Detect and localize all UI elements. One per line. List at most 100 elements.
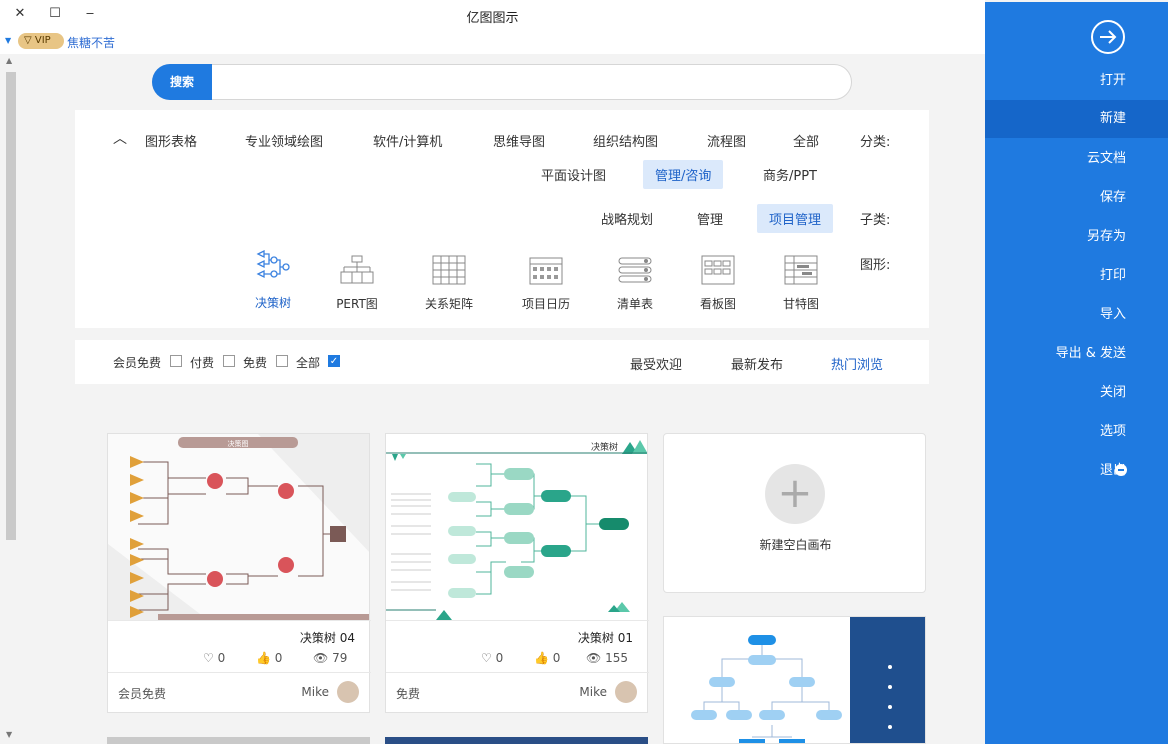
template-thumbnail	[664, 617, 925, 743]
favorite-count[interactable]: ♡ 0	[203, 651, 225, 665]
user-bar: ▼ ▽ VIP 焦糖不苦	[0, 30, 985, 54]
filter-panel: 分类: 全部 流程图 组织结构图 思维导图 软件/计算机 专业领域绘图 图形表格…	[75, 110, 929, 328]
category-graphic-table[interactable]: 图形表格	[133, 126, 209, 155]
vertical-scrollbar[interactable]: ▲ ▼	[4, 54, 18, 744]
filter-paid-label: 付费	[190, 356, 215, 370]
shape-calendar[interactable]: 项目日历	[511, 255, 581, 312]
back-arrow-icon[interactable]	[1090, 19, 1126, 55]
template-card[interactable]	[663, 616, 926, 744]
category-graphic-design[interactable]: 平面设计图	[529, 160, 618, 189]
category-software[interactable]: 软件/计算机	[361, 126, 454, 155]
favorite-count[interactable]: ♡ 0	[481, 651, 503, 665]
like-count[interactable]: 👍 0	[256, 651, 282, 665]
subcategory-strategy[interactable]: 战略规划	[589, 204, 665, 233]
sidebar-item-import[interactable]: 导入	[985, 296, 1168, 334]
sidebar-item-open[interactable]: 打开	[985, 62, 1168, 100]
shape-name: 项目日历	[521, 297, 570, 311]
template-thumbnail: 决策树	[386, 434, 647, 620]
filter-paid-checkbox[interactable]	[223, 355, 235, 367]
vip-label: ▽	[24, 35, 35, 46]
sort-bar: 热门浏览 最新发布 最受欢迎 ✓ 全部 免费 付费 会员免费	[75, 340, 929, 384]
sidebar-item-options[interactable]: 选项	[985, 413, 1168, 451]
sidebar-item-print[interactable]: 打印	[985, 257, 1168, 295]
sort-popular[interactable]: 热门浏览	[831, 354, 883, 373]
subcategory-management[interactable]: 管理	[685, 204, 735, 233]
svg-text:决策树: 决策树	[591, 441, 618, 453]
filter-member-free-checkbox[interactable]	[170, 355, 182, 367]
dropdown-arrow-icon[interactable]: ▼	[5, 36, 11, 45]
plus-icon: +	[765, 464, 825, 524]
filter-member-free-label: 会员免费	[113, 356, 162, 370]
category-mind-map[interactable]: 思维导图	[481, 126, 557, 155]
sort-latest[interactable]: 最新发布	[731, 354, 783, 373]
checklist-icon	[618, 257, 652, 283]
favorites-value: 0	[217, 651, 226, 665]
new-blank-canvas-card[interactable]: + 新建空白画布	[663, 433, 926, 593]
category-management[interactable]: 管理/咨询	[643, 160, 724, 189]
view-count: 👁 155	[586, 651, 628, 665]
template-card-partial[interactable]	[385, 737, 648, 744]
category-org-chart[interactable]: 组织结构图	[581, 126, 670, 155]
template-card-partial[interactable]	[107, 737, 370, 744]
scroll-up-icon[interactable]: ▲	[6, 56, 12, 65]
shape-matrix[interactable]: 关系矩阵	[414, 255, 484, 312]
divider	[386, 672, 649, 673]
title-bar: ✕ ☐ ‒ 亿图图示	[0, 0, 985, 30]
divider	[386, 620, 649, 621]
category-flowchart[interactable]: 流程图	[695, 126, 758, 155]
shape-decision-tree[interactable]: 决策树	[238, 249, 308, 311]
shape-pert[interactable]: PERT图	[322, 255, 392, 312]
filter-all-checkbox[interactable]: ✓	[328, 355, 340, 367]
shape-kanban[interactable]: 看板图	[683, 255, 753, 312]
matrix-icon	[432, 255, 466, 285]
user-name[interactable]: 焦糖不苦	[67, 34, 115, 51]
sidebar-item-exit[interactable]: 退出	[985, 452, 1168, 490]
calendar-icon	[529, 257, 563, 285]
template-card[interactable]: 决策图 决策树 04 👁 79 👍 0 ♡ 0 Mike 会员免费	[107, 433, 371, 713]
category-business-ppt[interactable]: 商务/PPT	[751, 160, 829, 189]
avatar[interactable]	[615, 681, 637, 703]
shape-checklist[interactable]: 清单表	[600, 255, 670, 312]
shape-gantt[interactable]: 甘特图	[766, 255, 836, 312]
window-title: 亿图图示	[466, 11, 519, 26]
likes-value: 0	[552, 651, 561, 665]
sidebar-item-save[interactable]: 保存	[985, 179, 1168, 217]
author-name[interactable]: Mike	[301, 685, 329, 699]
decision-tree-icon	[256, 249, 290, 279]
template-title: 决策树 04	[299, 631, 355, 645]
search-input[interactable]	[215, 66, 844, 100]
chevron-up-icon[interactable]: ︿	[113, 128, 127, 148]
shape-name: 决策树	[254, 296, 291, 310]
vip-text: VIP	[34, 35, 51, 46]
subcategory-project-management[interactable]: 项目管理	[757, 204, 834, 233]
favorites-value: 0	[495, 651, 504, 665]
sort-favorite[interactable]: 最受欢迎	[630, 354, 682, 373]
filter-free-checkbox[interactable]	[276, 355, 288, 367]
scrollbar-thumb[interactable]	[6, 72, 16, 540]
category-all[interactable]: 全部	[781, 126, 831, 155]
new-blank-label: 新建空白画布	[759, 538, 832, 552]
search-button[interactable]: 搜索	[152, 64, 212, 100]
category-label: 分类:	[860, 135, 891, 150]
sidebar-item-cloud[interactable]: 云文档	[985, 140, 1168, 178]
like-count[interactable]: 👍 0	[534, 651, 560, 665]
avatar[interactable]	[337, 681, 359, 703]
subcategory-label: 子类:	[860, 213, 891, 228]
sidebar-item-save-as[interactable]: 另存为	[985, 218, 1168, 256]
sidebar-item-export[interactable]: 导出 & 发送	[985, 335, 1168, 373]
vip-badge[interactable]: ▽ VIP	[18, 33, 64, 49]
scroll-down-icon[interactable]: ▼	[6, 730, 12, 739]
template-card[interactable]: 决策树 决策树 01 👁 155 👍 0 ♡ 0 Mike 免费	[385, 433, 649, 713]
category-professional[interactable]: 专业领域绘图	[233, 126, 335, 155]
sidebar-item-close[interactable]: 关闭	[985, 374, 1168, 412]
heart-icon: ♡	[203, 651, 218, 665]
shape-name: 甘特图	[782, 297, 819, 311]
author-name[interactable]: Mike	[579, 685, 607, 699]
shape-name: 清单表	[616, 297, 653, 311]
shape-label: 图形:	[860, 258, 891, 273]
shape-name: 关系矩阵	[424, 297, 473, 311]
template-title: 决策树 01	[577, 631, 633, 645]
eye-icon: 👁	[313, 651, 333, 665]
sidebar-item-new[interactable]: 新建	[985, 100, 1168, 138]
exit-icon	[1115, 464, 1127, 476]
